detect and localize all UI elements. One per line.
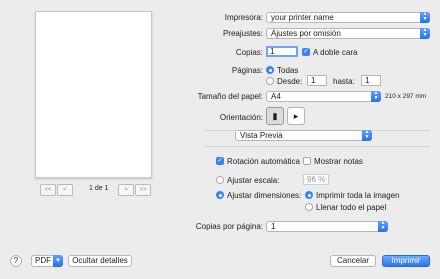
- double-sided-checkbox[interactable]: ✓: [302, 48, 310, 56]
- pages-from-label: Desde:: [277, 77, 303, 86]
- show-notes-checkbox[interactable]: [303, 157, 311, 165]
- hide-details-button[interactable]: Ocultar detalles: [68, 255, 132, 267]
- stepper-arrows-icon: ▲ ▼: [362, 130, 372, 141]
- copies-per-page-label: Copias por página:: [195, 222, 263, 231]
- landscape-icon: ▸: [293, 111, 299, 121]
- print-entire-image-radio[interactable]: [305, 191, 313, 199]
- paper-size-value: A4: [271, 92, 281, 101]
- paper-size-label: Tamaño del papel:: [197, 92, 263, 101]
- presets-value: Ajustes por omisión: [271, 29, 341, 38]
- presets-select[interactable]: Ajustes por omisión ▲ ▼: [266, 28, 430, 39]
- first-page-button[interactable]: <<: [40, 184, 56, 196]
- auto-rotate-checkbox[interactable]: ✓: [216, 157, 224, 165]
- print-button[interactable]: Imprimir: [382, 255, 430, 267]
- pages-label: Páginas:: [231, 66, 263, 75]
- previous-page-button[interactable]: <: [57, 184, 73, 196]
- pages-to-label: hasta:: [333, 77, 355, 86]
- printer-select[interactable]: your printer name ▲ ▼: [266, 12, 430, 23]
- copies-label: Copias:: [235, 48, 263, 57]
- pages-range-radio[interactable]: [266, 77, 274, 85]
- copies-field[interactable]: 1: [266, 46, 298, 57]
- pages-all-radio[interactable]: [266, 66, 274, 74]
- printer-value: your printer name: [271, 13, 334, 22]
- pdf-menu-button[interactable]: PDF ▼: [31, 255, 63, 267]
- cancel-button[interactable]: Cancelar: [330, 255, 376, 267]
- paper-size-select[interactable]: A4 ▲ ▼: [266, 91, 381, 102]
- show-notes-label: Mostrar notas: [314, 157, 363, 166]
- pdf-label: PDF: [35, 256, 51, 265]
- page-indicator: 1 de 1: [89, 185, 109, 192]
- stepper-arrows-icon: ▲ ▼: [420, 12, 430, 23]
- landscape-orientation-button[interactable]: ▸: [287, 107, 305, 125]
- portrait-orientation-button[interactable]: ▮: [266, 107, 284, 125]
- next-page-button[interactable]: >: [118, 184, 134, 196]
- stepper-arrows-icon: ▲ ▼: [420, 28, 430, 39]
- pages-to-field[interactable]: 1: [361, 75, 381, 86]
- scale-label: Ajustar escala:: [227, 176, 280, 185]
- fit-radio[interactable]: [216, 191, 224, 199]
- section-select[interactable]: Vista Previa ▲ ▼: [235, 130, 372, 141]
- chevron-down-icon: ▼: [53, 255, 63, 267]
- copies-per-page-select[interactable]: 1 ▲ ▼: [266, 221, 388, 232]
- pages-from-field[interactable]: 1: [307, 75, 327, 86]
- fill-paper-label: Llenar todo el papel: [316, 203, 387, 212]
- stepper-arrows-icon: ▲ ▼: [378, 221, 388, 232]
- stepper-arrows-icon: ▲ ▼: [371, 91, 381, 102]
- portrait-icon: ▮: [272, 111, 278, 121]
- print-entire-image-label: Imprimir toda la imagen: [316, 191, 400, 200]
- section-value: Vista Previa: [240, 131, 283, 140]
- paper-dimensions: 210 x 297 mm: [385, 93, 427, 100]
- copies-per-page-value: 1: [271, 222, 276, 231]
- pages-all-label: Todas: [277, 66, 299, 75]
- fit-label: Ajustar dimensiones:: [227, 191, 302, 200]
- fill-paper-radio[interactable]: [305, 203, 313, 211]
- separator: [205, 146, 430, 147]
- scale-radio[interactable]: [216, 176, 224, 184]
- orientation-label: Orientación:: [219, 113, 263, 122]
- scale-field[interactable]: 96 %: [303, 174, 329, 185]
- presets-label: Preajustes:: [222, 29, 263, 38]
- last-page-button[interactable]: >>: [135, 184, 151, 196]
- auto-rotate-label: Rotación automática: [227, 157, 300, 166]
- page-preview: [35, 11, 152, 178]
- printer-label: Impresora:: [224, 13, 263, 22]
- help-button[interactable]: ?: [10, 255, 22, 267]
- double-sided-label: A doble cara: [313, 48, 358, 57]
